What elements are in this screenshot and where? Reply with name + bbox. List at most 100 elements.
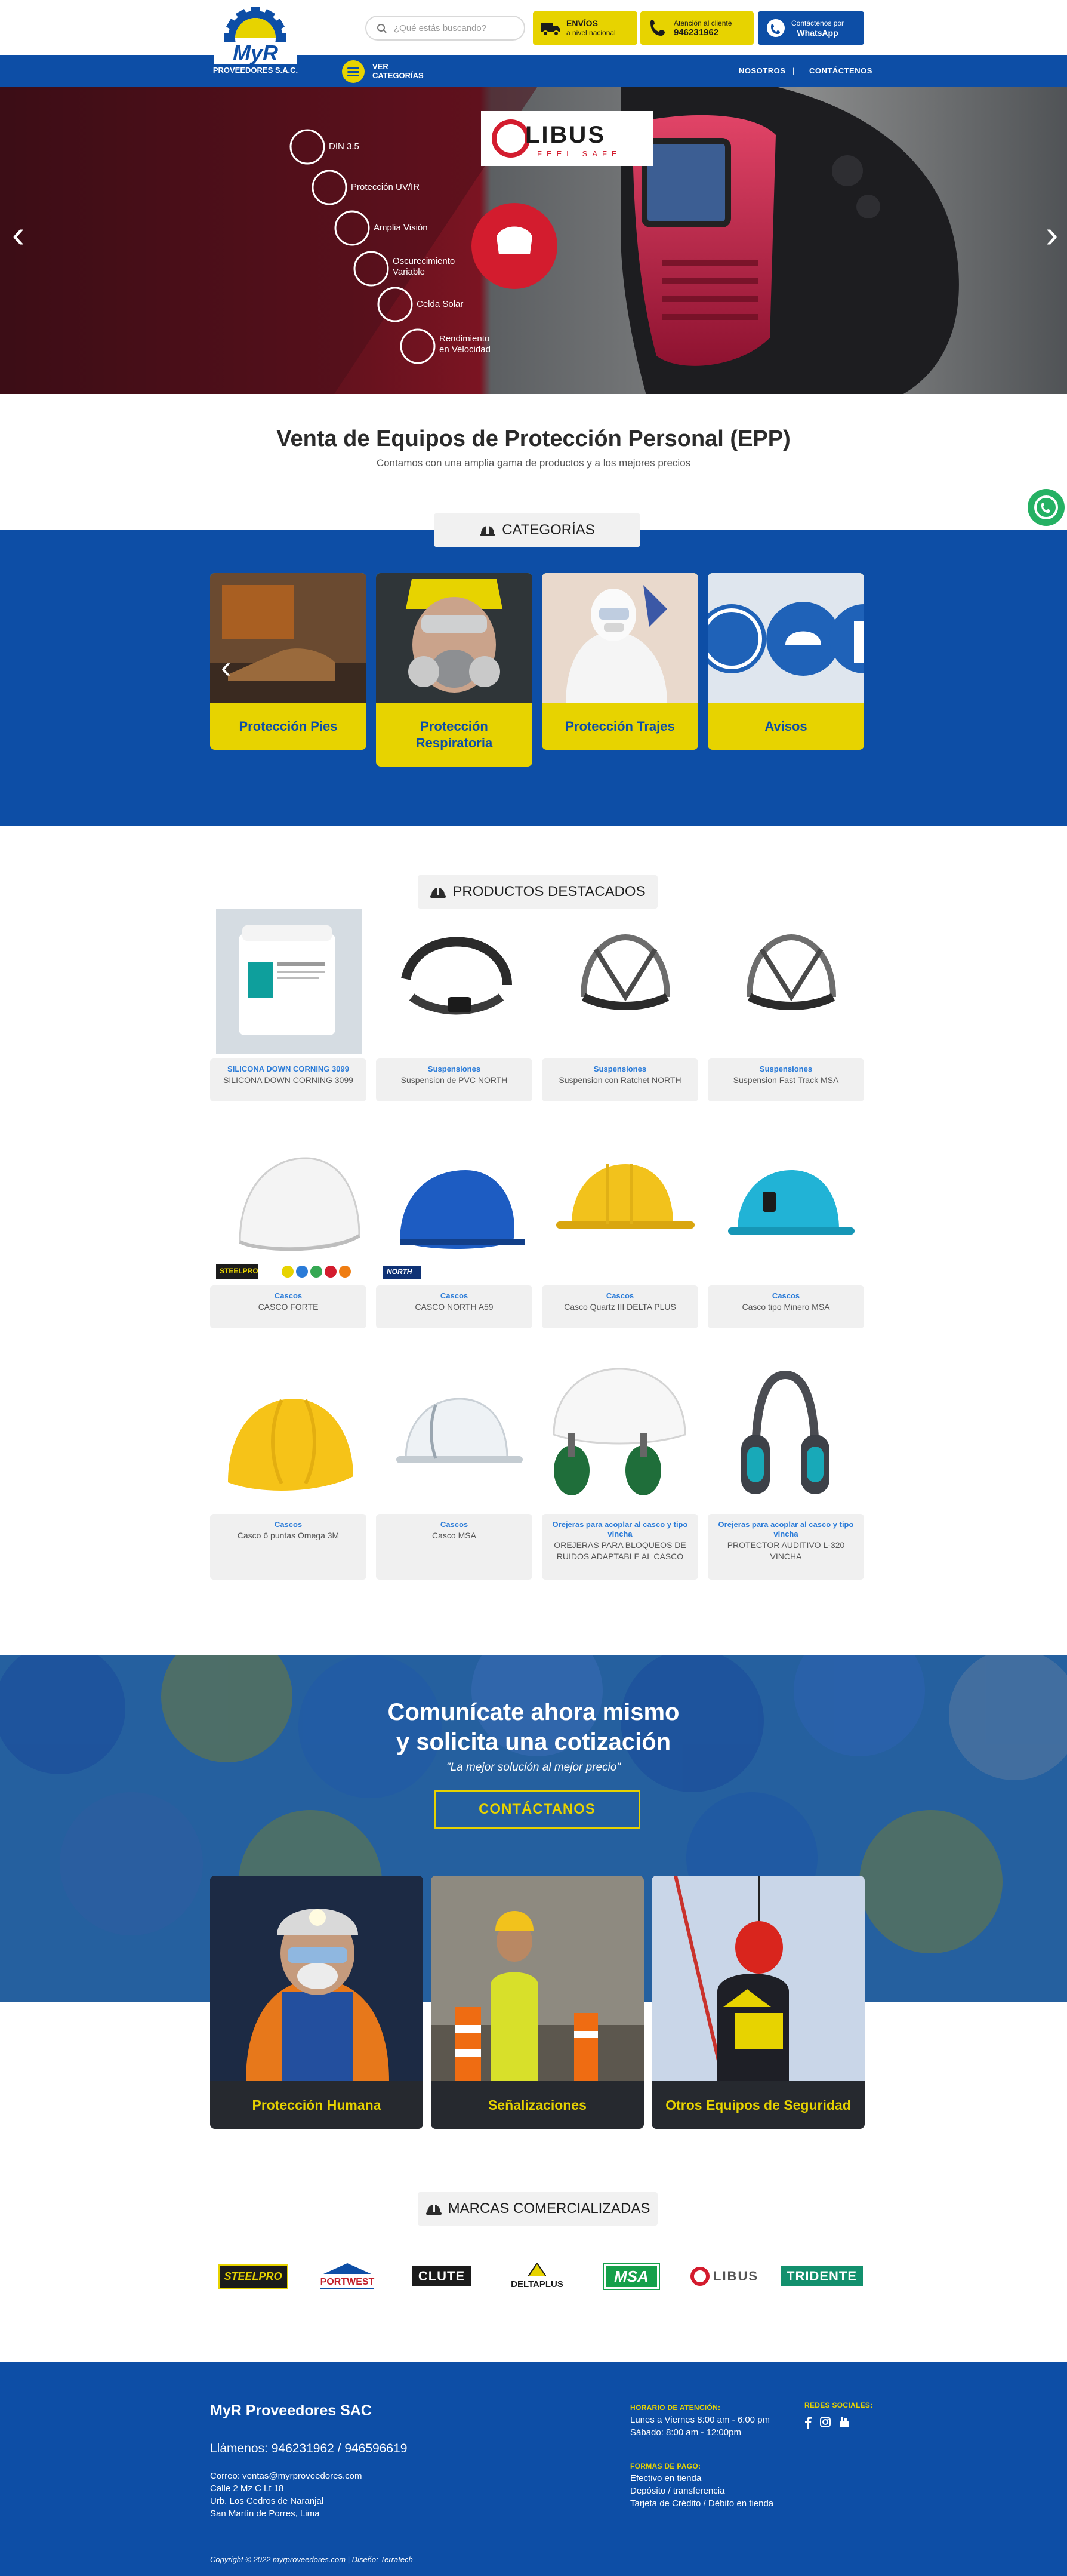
helmet-icon (425, 2205, 442, 2215)
brands-heading: MARCAS COMERCIALIZADAS (418, 2192, 658, 2226)
footer-hours-title: HORARIO DE ATENCIÓN: (630, 2403, 721, 2412)
brand-logo-clute[interactable]: CLUTE (407, 2263, 476, 2290)
hero-slider[interactable]: LIBUS FEEL SAFE DIN 3.5 Protección UV/IR… (0, 87, 1067, 394)
product-image (376, 1134, 532, 1284)
youtube-icon[interactable] (839, 2417, 850, 2427)
category-card-avisos[interactable]: Avisos (708, 573, 864, 750)
feature-label: Otros Equipos de Seguridad (665, 2097, 851, 2113)
product-badge: STEELPRO (220, 1267, 258, 1275)
product-name: Casco tipo Minero MSA (742, 1302, 830, 1312)
product-name: Suspension Fast Track MSA (733, 1075, 839, 1085)
category-label: Protección Respiratoria (415, 719, 493, 750)
whatsapp-subtitle: WhatsApp (797, 28, 838, 38)
whatsapp-header-button[interactable]: Contáctenos por WhatsApp (758, 11, 864, 45)
truck-icon (541, 23, 560, 36)
product-category: Orejeras para acoplar al casco y tipo vi… (552, 1520, 688, 1538)
footer-pay-1: Efectivo en tienda (630, 2473, 702, 2483)
feature-card-senalizaciones[interactable]: Señalizaciones (431, 1876, 644, 2129)
main-nav-bar (0, 55, 1067, 87)
product-name: Casco MSA (432, 1531, 476, 1540)
product-name: Casco 6 puntas Omega 3M (237, 1531, 340, 1540)
product-name: SILICONA DOWN CORNING 3099 (223, 1075, 353, 1085)
hero-feature-uv: Protección UV/IR (351, 182, 420, 192)
helmet-icon (430, 888, 446, 898)
categories-menu-label[interactable]: VER CATEGORÍAS (372, 62, 424, 80)
whatsapp-icon (1034, 495, 1058, 519)
brand-logo-portwest[interactable]: PORTWEST (313, 2263, 382, 2290)
hero-brand-logo: LIBUS (525, 122, 606, 148)
categories-prev-arrow[interactable]: ‹ (221, 652, 231, 683)
contact-button[interactable]: CONTÁCTANOS (434, 1790, 640, 1829)
logo-wordmark: MyR (232, 41, 278, 65)
brand-logo-deltaplus[interactable]: DELTAPLUS (500, 2262, 574, 2290)
search-icon (377, 24, 387, 33)
product-category: SILICONA DOWN CORNING 3099 (227, 1064, 349, 1073)
category-label: Avisos (764, 719, 807, 734)
feature-card-proteccion-humana[interactable]: Protección Humana (210, 1876, 423, 2129)
phone-button[interactable]: Atención al cliente 946231962 (640, 11, 754, 45)
brand-logo-msa[interactable]: MSA (599, 2263, 664, 2290)
products-heading: PRODUCTOS DESTACADOS (418, 875, 658, 909)
hero-feature-oscurecimiento: Oscurecimiento Variable (393, 256, 455, 277)
product-name: PROTECTOR AUDITIVO L-320 VINCHA (727, 1540, 845, 1561)
footer-copyright: Copyright © 2022 myrproveedores.com | Di… (210, 2555, 413, 2564)
footer-email[interactable]: Correo: ventas@myrproveedores.com (210, 2470, 362, 2482)
feature-image (652, 1876, 865, 2081)
product-category: Suspensiones (593, 1064, 647, 1073)
category-card-trajes[interactable]: Protección Trajes (542, 573, 698, 750)
brand-logo-tridente[interactable]: TRIDENTE (781, 2263, 863, 2290)
hero-prev-arrow[interactable]: ‹ (12, 215, 30, 253)
footer-hours: HORARIO DE ATENCIÓN: Lunes a Viernes 8:0… (630, 2403, 770, 2439)
hero-feature-rendimiento: Rendimiento en Velocidad (439, 334, 491, 355)
whatsapp-float-button[interactable] (1028, 489, 1065, 526)
product-image (210, 1363, 366, 1512)
shipping-title: ENVÍOS (566, 19, 598, 28)
product-category: Cascos (440, 1520, 468, 1529)
categories-section (0, 530, 1067, 826)
feature-card-otros-equipos[interactable]: Otros Equipos de Seguridad (652, 1876, 865, 2129)
footer-pay-2: Depósito / transferencia (630, 2486, 725, 2496)
product-image (210, 907, 366, 1057)
facebook-icon[interactable] (804, 2417, 812, 2429)
product-image (542, 907, 698, 1057)
product-name: Suspension de PVC NORTH (400, 1075, 508, 1085)
nav-contactenos[interactable]: CONTÁCTENOS (809, 66, 872, 75)
page-title: Venta de Equipos de Protección Personal … (276, 426, 791, 451)
footer-company: MyR Proveedores SAC (210, 2402, 372, 2419)
cta-title: Comunícate ahora mismo y solicita una cot… (387, 1699, 680, 1755)
category-image-respiratoria (376, 573, 532, 703)
whatsapp-title: Contáctenos por (791, 19, 844, 27)
product-category: Cascos (274, 1291, 303, 1300)
footer-address-3: San Martín de Porres, Lima (210, 2509, 320, 2519)
brand-logo-steelpro[interactable]: STEELPRO (218, 2263, 288, 2290)
category-image-trajes (542, 573, 698, 703)
product-category: Cascos (274, 1520, 303, 1529)
nav-separator: | (792, 66, 795, 75)
site-logo[interactable]: MyR PROVEEDORES S.A.C. (210, 7, 301, 78)
hero-brand-tagline: FEEL SAFE (537, 149, 622, 158)
search-input[interactable]: ¿Qué estás buscando? (365, 16, 525, 41)
footer-hours-1: Lunes a Viernes 8:00 am - 6:00 pm (630, 2415, 770, 2425)
product-category: Orejeras para acoplar al casco y tipo vi… (718, 1520, 854, 1538)
shipping-button[interactable]: ENVÍOS a nivel nacional (533, 11, 637, 45)
whatsapp-icon (767, 19, 785, 37)
category-card-pies[interactable]: Protección Pies (210, 573, 366, 750)
hero-next-arrow[interactable]: › (1046, 215, 1063, 253)
instagram-icon[interactable] (820, 2417, 831, 2427)
footer-social-title: REDES SOCIALES: (804, 2401, 873, 2409)
cta-quote: "La mejor solución al mejor precio" (446, 1761, 621, 1774)
portwest-roof-graphic (323, 2263, 371, 2274)
feature-label: Señalizaciones (488, 2097, 587, 2113)
product-name: Casco Quartz III DELTA PLUS (564, 1302, 676, 1312)
nav-nosotros[interactable]: NOSOTROS (739, 66, 785, 75)
logo-subtitle: PROVEEDORES S.A.C. (211, 64, 300, 76)
product-image (542, 1134, 698, 1284)
hero-feature-solar: Celda Solar (417, 299, 464, 309)
phone-icon (650, 20, 665, 36)
product-category: Cascos (772, 1291, 800, 1300)
footer-pay-title: FORMAS DE PAGO: (630, 2462, 701, 2470)
category-card-respiratoria[interactable]: Protección Respiratoria (376, 573, 532, 767)
brand-logo-libus[interactable]: LIBUS (684, 2263, 764, 2290)
footer-pay-3: Tarjeta de Crédito / Débito en tienda (630, 2498, 774, 2509)
categories-menu-button[interactable] (342, 60, 365, 83)
